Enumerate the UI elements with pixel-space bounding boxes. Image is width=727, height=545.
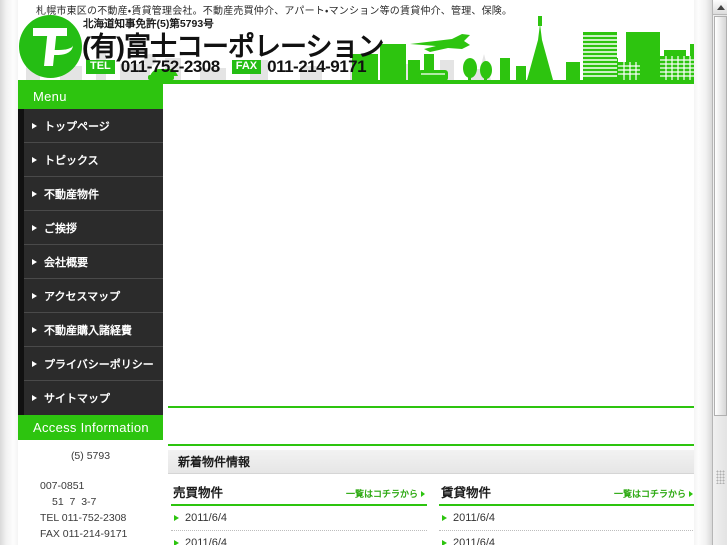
news-item[interactable]: 2011/6/4: [439, 506, 695, 531]
access-information-body: (5) 5793 007-0851 51 7 3-7 TEL 011-752-2…: [18, 440, 163, 545]
vertical-scrollbar[interactable]: [712, 0, 727, 545]
sidebar-item-greeting[interactable]: ご挨拶: [24, 211, 163, 245]
sidebar: Menu トップページ トピックス 不動産物件 ご挨拶 会社概要 アクセスマップ…: [18, 84, 163, 545]
chevron-right-icon: [174, 540, 179, 545]
news-column-header: 賃貸物件 一覧はコチラから: [439, 482, 695, 506]
triangle-up-icon: [716, 4, 725, 10]
scroll-up-button[interactable]: [713, 0, 727, 15]
news-item-date: 2011/6/4: [185, 512, 228, 524]
chevron-right-icon: [442, 540, 447, 545]
access-license-no: (5) 5793: [70, 450, 111, 462]
scrollbar-thumb[interactable]: [714, 16, 727, 416]
content-columns: Menu トップページ トピックス 不動産物件 ご挨拶 会社概要 アクセスマップ…: [0, 84, 712, 545]
access-postal-code: 007-0851: [40, 480, 85, 492]
airplane-icon: [410, 34, 470, 52]
chevron-right-icon: [32, 224, 37, 231]
access-spacer: [22, 464, 159, 478]
site-header: 札幌市東区の不動産・賃貸管理会社。不動産売買仲介、アパート・マンション等の賃貸仲…: [0, 0, 712, 84]
divider-bottom: [168, 444, 694, 446]
main-banner-area: [163, 84, 694, 406]
sidebar-item-label: ご挨拶: [44, 222, 77, 235]
page-root: 札幌市東区の不動産・賃貸管理会社。不動産売買仲介、アパート・マンション等の賃貸仲…: [0, 0, 712, 545]
chevron-right-icon: [689, 490, 693, 497]
news-item-date: 2011/6/4: [185, 537, 228, 545]
menu-panel-header: Menu: [18, 84, 163, 109]
access-tel: TEL 011-752-2308: [40, 512, 127, 524]
sidebar-item-label: 不動産購入諸経費: [44, 324, 132, 337]
sidebar-item-label: 会社概要: [44, 256, 88, 269]
chevron-right-icon: [32, 326, 37, 333]
sidebar-item-label: トピックス: [44, 154, 99, 167]
news-item-date: 2011/6/4: [453, 512, 496, 524]
chevron-right-icon: [32, 360, 37, 367]
news-column-rent: 賃貸物件 一覧はコチラから 2011/6/4 2011/6/4: [439, 482, 695, 545]
chevron-right-icon: [442, 515, 447, 521]
sidebar-item-label: サイトマップ: [44, 393, 110, 405]
news-item-date: 2011/6/4: [453, 537, 496, 545]
access-information-panel: Access Information (5) 5793 007-0851 51 …: [18, 415, 163, 545]
chevron-right-icon: [32, 190, 37, 197]
tel-number: 011-752-2308: [120, 57, 220, 76]
sidebar-item-privacy-policy[interactable]: プライバシーポリシー: [24, 347, 163, 381]
menu-title: Menu: [33, 89, 67, 104]
sidebar-item-purchase-costs[interactable]: 不動産購入諸経費: [24, 313, 163, 347]
sidebar-item-label: トップページ: [44, 120, 110, 133]
news-section-header: 新着物件情報: [168, 450, 694, 474]
sidebar-item-label: 不動産物件: [44, 188, 99, 201]
news-section-title: 新着物件情報: [178, 455, 251, 469]
sidebar-item-label: アクセスマップ: [44, 290, 121, 303]
sidebar-item-topics[interactable]: トピックス: [24, 143, 163, 177]
chevron-right-icon: [32, 292, 37, 299]
chevron-right-icon: [32, 122, 37, 129]
view-all-link-rent[interactable]: 一覧はコチラから: [614, 487, 693, 500]
access-fax: FAX 011-214-9171: [40, 528, 128, 540]
sidebar-item-properties[interactable]: 不動産物件: [24, 177, 163, 211]
chevron-right-icon: [32, 395, 37, 401]
sidebar-item-label: プライバシーポリシー: [44, 358, 154, 371]
page-gutter-left: [0, 0, 18, 545]
tel-badge: TEL: [86, 60, 115, 74]
chevron-right-icon: [421, 490, 425, 497]
sidebar-item-sitemap[interactable]: サイトマップ: [24, 381, 163, 415]
view-all-label: 一覧はコチラから: [345, 489, 418, 499]
view-all-label: 一覧はコチラから: [613, 489, 686, 499]
news-column-sale: 売買物件 一覧はコチラから 2011/6/4 2011/6/4: [171, 482, 427, 545]
main-content: 新着物件情報 売買物件 一覧はコチラから 2011/6/4 2011/6/4 賃…: [163, 84, 695, 545]
company-logo: [19, 15, 82, 78]
news-item[interactable]: 2011/6/4: [171, 531, 427, 545]
news-item[interactable]: 2011/6/4: [439, 531, 695, 545]
access-panel-header: Access Information: [18, 415, 163, 440]
chevron-right-icon: [174, 515, 179, 521]
news-item[interactable]: 2011/6/4: [171, 506, 427, 531]
divider-top: [168, 406, 694, 408]
logo-f-swoosh: [49, 39, 73, 55]
fax-number: 011-214-9171: [267, 57, 367, 76]
chevron-right-icon: [32, 156, 37, 163]
news-column-header: 売買物件 一覧はコチラから: [171, 482, 427, 506]
news-column-title: 賃貸物件: [441, 486, 492, 500]
page-gutter-right: [694, 0, 712, 545]
news-column-title: 売買物件: [173, 486, 224, 500]
chevron-right-icon: [32, 258, 37, 265]
view-all-link-sale[interactable]: 一覧はコチラから: [346, 487, 425, 500]
contact-line: TEL 011-752-2308 FAX 011-214-9171: [86, 57, 372, 77]
sidebar-item-company-profile[interactable]: 会社概要: [24, 245, 163, 279]
sidebar-item-top-page[interactable]: トップページ: [24, 109, 163, 143]
fax-badge: FAX: [231, 60, 262, 74]
sidebar-item-access-map[interactable]: アクセスマップ: [24, 279, 163, 313]
sidebar-menu: トップページ トピックス 不動産物件 ご挨拶 会社概要 アクセスマップ 不動産購…: [18, 109, 163, 415]
access-title: Access Information: [33, 420, 149, 435]
scrollbar-grip-icon: [716, 470, 725, 484]
access-address: 51 7 3-7: [52, 496, 97, 508]
